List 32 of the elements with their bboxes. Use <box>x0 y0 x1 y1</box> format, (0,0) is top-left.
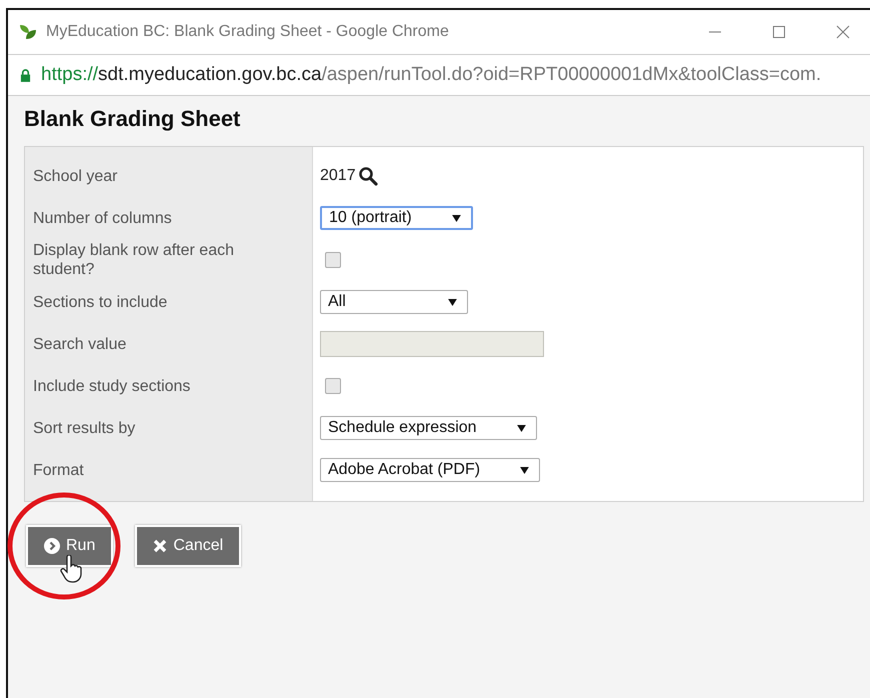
dropdown[interactable]: 10 (portrait) <box>320 206 473 230</box>
run-button[interactable]: Run <box>26 525 114 567</box>
hand-cursor-icon <box>60 555 82 583</box>
field-label: Include study sections <box>33 378 190 394</box>
lock-icon <box>20 68 31 82</box>
field-label: Sort results by <box>33 420 136 436</box>
checkbox[interactable] <box>325 378 341 394</box>
leaf-logo-icon <box>18 22 38 42</box>
field-label: Display blank row after each student? <box>33 242 234 278</box>
field-label: Search value <box>33 336 126 352</box>
cancel-button[interactable]: Cancel <box>135 525 242 567</box>
caret-icon <box>520 466 530 474</box>
caret-icon <box>448 298 457 306</box>
caret-icon <box>516 424 526 432</box>
dropdown[interactable]: All <box>320 290 468 314</box>
x-icon <box>153 539 168 553</box>
checkbox[interactable] <box>325 252 341 268</box>
dropdown[interactable]: Schedule expression <box>320 416 537 440</box>
window-title: MyEducation BC: Blank Grading Sheet - Google Chrome <box>46 23 450 41</box>
field-label: Sections to include <box>33 294 168 310</box>
close-icon[interactable] <box>836 25 850 39</box>
field-label: Format <box>33 462 84 478</box>
address-bar[interactable]: https://sdt.myeducation.gov.bc.ca/aspen/runTool.do?oid=RPT00000001dMx&toolClass=com. <box>41 64 822 86</box>
chevron-circle-icon <box>44 538 60 554</box>
search-icon[interactable] <box>358 166 378 186</box>
field-label: Number of columns <box>33 210 172 226</box>
field-value: 2017 <box>320 167 356 185</box>
dropdown[interactable]: Adobe Acrobat (PDF) <box>320 458 540 482</box>
field-label: School year <box>33 168 118 184</box>
caret-icon <box>452 214 461 222</box>
page-heading: Blank Grading Sheet <box>24 106 242 132</box>
maximize-icon[interactable] <box>772 25 786 39</box>
